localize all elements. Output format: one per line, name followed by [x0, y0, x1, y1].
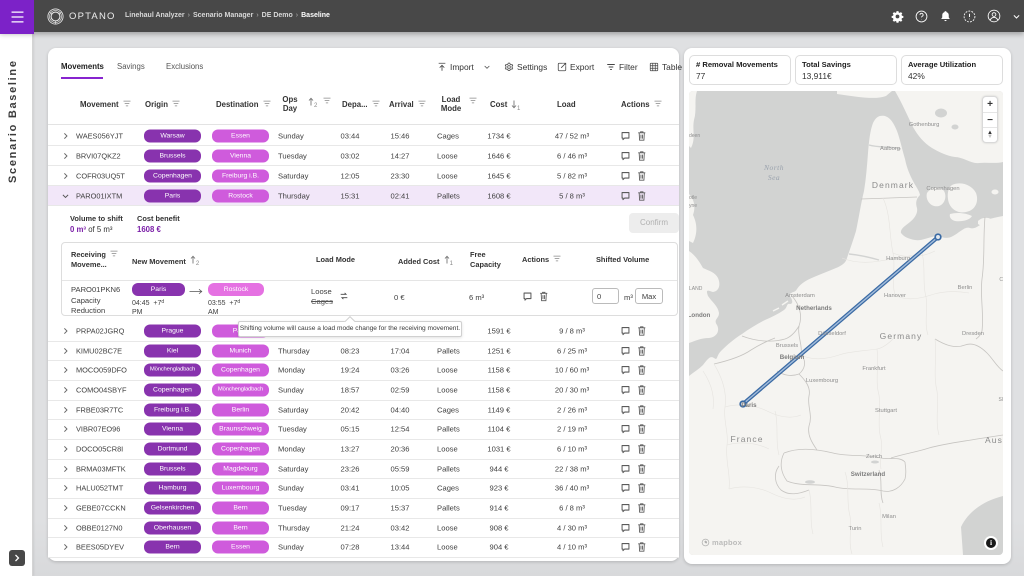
svg-text:Amsterdam: Amsterdam — [785, 293, 815, 299]
svg-text:Sl: Sl — [999, 397, 1003, 403]
svg-text:LAND: LAND — [689, 286, 703, 292]
svg-text:Dresden: Dresden — [962, 331, 984, 337]
svg-text:Frankfurt: Frankfurt — [862, 366, 886, 372]
svg-text:yne: yne — [689, 203, 697, 209]
svg-text:Switzerland: Switzerland — [851, 471, 886, 478]
svg-text:Hamburg: Hamburg — [886, 256, 910, 262]
svg-text:Brussels: Brussels — [776, 343, 798, 349]
svg-text:Belgium: Belgium — [780, 354, 805, 361]
svg-text:Hanover: Hanover — [884, 293, 906, 299]
svg-text:Copenhagen: Copenhagen — [926, 186, 959, 192]
svg-text:Germany: Germany — [880, 331, 923, 341]
svg-text:Luxembourg: Luxembourg — [806, 378, 838, 384]
svg-text:Düsseldorf: Düsseldorf — [818, 331, 846, 337]
svg-text:North: North — [763, 163, 784, 172]
svg-text:Gothenburg: Gothenburg — [909, 122, 940, 128]
svg-text:Denmark: Denmark — [872, 180, 914, 190]
svg-text:otle: otle — [689, 195, 697, 201]
svg-text:Sea: Sea — [768, 173, 780, 182]
svg-text:France: France — [730, 434, 763, 444]
svg-text:C: C — [999, 277, 1003, 283]
svg-text:Stuttgart: Stuttgart — [875, 408, 897, 414]
svg-text:Turin: Turin — [849, 526, 862, 532]
svg-text:Netherlands: Netherlands — [796, 305, 832, 312]
svg-text:London: London — [689, 312, 711, 319]
svg-text:Berlin: Berlin — [958, 285, 973, 291]
svg-text:deen: deen — [689, 133, 700, 139]
svg-text:Aalborg: Aalborg — [880, 146, 900, 152]
svg-text:Paris: Paris — [741, 402, 757, 409]
svg-text:Austr: Austr — [985, 435, 1003, 445]
svg-text:Milan: Milan — [882, 514, 896, 520]
svg-text:Zurich: Zurich — [866, 454, 882, 460]
